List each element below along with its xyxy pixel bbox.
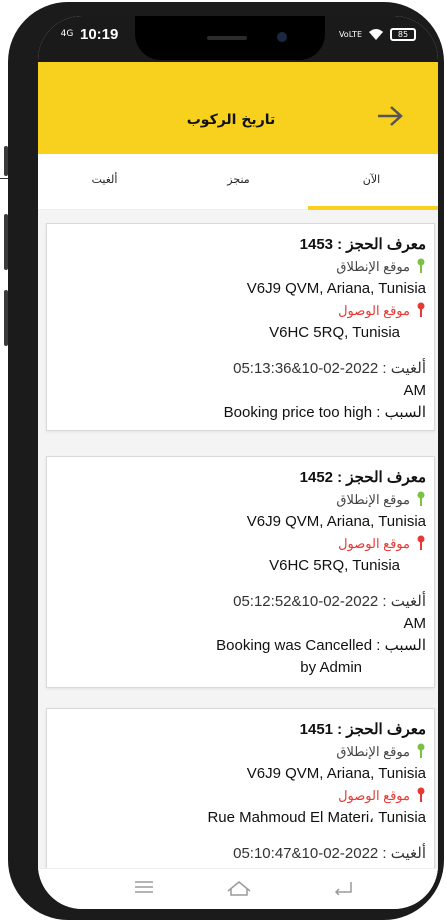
cancel-reason: السبب : Booking was Cancelled bbox=[216, 637, 426, 654]
status-right: VoLTE 85 bbox=[339, 28, 416, 41]
tab-bar: الآن منجز ألغيت bbox=[38, 154, 438, 210]
booking-id: معرف الحجز : 1452 bbox=[299, 469, 426, 486]
back-icon[interactable] bbox=[333, 879, 353, 895]
dropoff-pin-icon bbox=[417, 787, 425, 802]
menu-icon[interactable] bbox=[134, 879, 154, 895]
tab-cancelled[interactable]: ألغيت bbox=[38, 154, 171, 210]
booking-card[interactable]: معرف الحجز : 1451 موقع الإنطلاق V6J9 QVM… bbox=[46, 708, 435, 868]
cancel-reason-cont: by Admin bbox=[300, 659, 362, 676]
arrow-right-icon[interactable] bbox=[376, 104, 404, 128]
camera-notch bbox=[135, 16, 325, 60]
dropoff-label: موقع الوصول bbox=[338, 788, 410, 803]
booking-id: معرف الحجز : 1451 bbox=[299, 721, 426, 738]
cancel-reason: السبب : Booking price too high bbox=[223, 404, 426, 421]
dropoff-row: موقع الوصول bbox=[61, 785, 426, 807]
pickup-label: موقع الإنطلاق bbox=[336, 492, 410, 507]
pickup-row: موقع الإنطلاق bbox=[61, 256, 426, 278]
phone-screen: 4G 10:19 VoLTE 85 تاريخ الركوب الآن منجز… bbox=[38, 16, 438, 909]
cancelled-time: ألغيت : 2022-02-10&05:12:52 bbox=[233, 593, 426, 610]
volte-label: VoLTE bbox=[338, 30, 362, 39]
pickup-address: V6J9 QVM, Ariana, Tunisia bbox=[246, 513, 426, 530]
pickup-pin-icon bbox=[417, 491, 425, 506]
cancelled-time-ampm: AM bbox=[403, 382, 427, 399]
dropoff-label: موقع الوصول bbox=[338, 303, 410, 318]
speaker-grille bbox=[207, 36, 247, 40]
pickup-label: موقع الإنطلاق bbox=[336, 259, 410, 274]
system-nav-bar bbox=[38, 868, 438, 909]
dropoff-address: V6HC 5RQ, Tunisia bbox=[269, 557, 400, 574]
battery-icon: 85 bbox=[390, 28, 416, 41]
tab-completed[interactable]: منجز bbox=[172, 154, 305, 210]
booking-card[interactable]: معرف الحجز : 1453 موقع الإنطلاق V6J9 QVM… bbox=[46, 223, 435, 431]
dropoff-row: موقع الوصول bbox=[61, 300, 426, 322]
booking-list[interactable]: معرف الحجز : 1453 موقع الإنطلاق V6J9 QVM… bbox=[38, 210, 438, 868]
front-camera bbox=[277, 32, 287, 42]
dropoff-address: Rue Mahmoud El Materi، Tunisia bbox=[207, 809, 426, 826]
pickup-row: موقع الإنطلاق bbox=[61, 489, 426, 511]
dropoff-pin-icon bbox=[417, 302, 425, 317]
status-time: 10:19 bbox=[80, 26, 119, 43]
booking-id: معرف الحجز : 1453 bbox=[299, 236, 426, 253]
wifi-icon bbox=[369, 29, 383, 40]
pickup-label: موقع الإنطلاق bbox=[336, 744, 410, 759]
page-title: تاريخ الركوب bbox=[186, 112, 276, 128]
dropoff-pin-icon bbox=[417, 535, 425, 550]
pickup-address: V6J9 QVM, Ariana, Tunisia bbox=[246, 280, 426, 297]
tab-now[interactable]: الآن bbox=[305, 154, 438, 210]
signal-icon: 4G bbox=[60, 29, 74, 39]
pickup-address: V6J9 QVM, Ariana, Tunisia bbox=[246, 765, 426, 782]
cancelled-time: ألغيت : 2022-02-10&05:10:47 bbox=[233, 845, 426, 862]
pickup-row: موقع الإنطلاق bbox=[61, 741, 426, 763]
dropoff-address: V6HC 5RQ, Tunisia bbox=[269, 324, 400, 341]
home-icon[interactable] bbox=[226, 879, 252, 897]
phone-frame: 4G 10:19 VoLTE 85 تاريخ الركوب الآن منجز… bbox=[8, 2, 444, 920]
dropoff-row: موقع الوصول bbox=[61, 533, 426, 555]
cancelled-time-ampm: AM bbox=[403, 615, 427, 632]
pickup-pin-icon bbox=[417, 258, 425, 273]
dropoff-label: موقع الوصول bbox=[338, 536, 410, 551]
cancelled-time: ألغيت : 2022-02-10&05:13:36 bbox=[233, 360, 426, 377]
booking-card[interactable]: معرف الحجز : 1452 موقع الإنطلاق V6J9 QVM… bbox=[46, 456, 435, 688]
app-header: تاريخ الركوب bbox=[38, 62, 438, 154]
status-left: 4G 10:19 bbox=[60, 26, 119, 43]
pickup-pin-icon bbox=[417, 743, 425, 758]
